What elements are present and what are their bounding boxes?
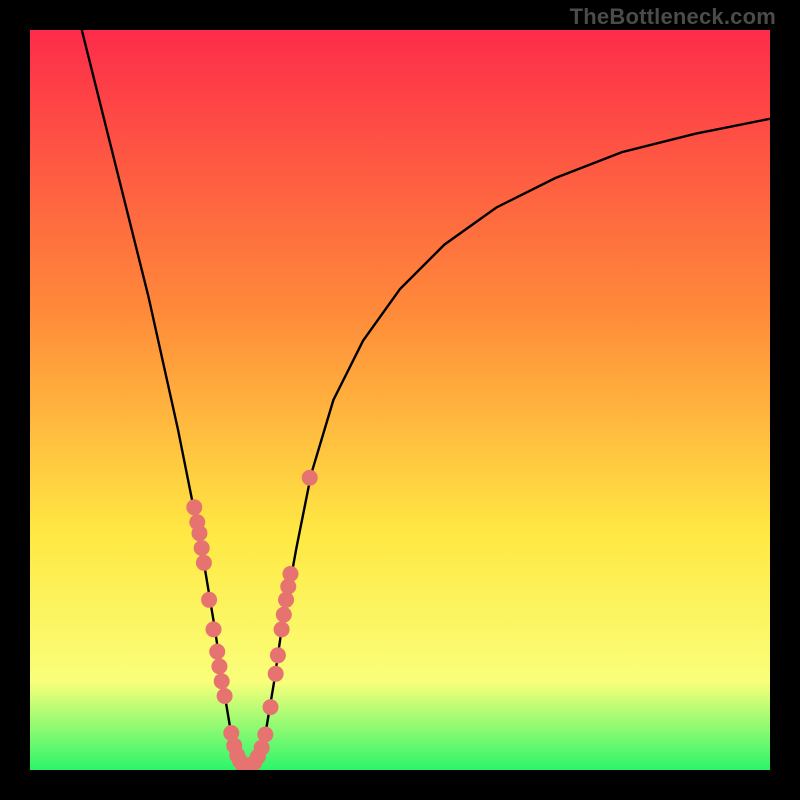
chart-frame: TheBottleneck.com <box>0 0 800 800</box>
data-point <box>278 592 294 608</box>
data-point <box>276 607 292 623</box>
data-point <box>209 644 225 660</box>
chart-svg <box>30 30 770 770</box>
data-point <box>268 666 284 682</box>
data-point <box>194 540 210 556</box>
data-point <box>257 726 273 742</box>
data-point <box>302 470 318 486</box>
data-point <box>211 658 227 674</box>
data-point <box>206 621 222 637</box>
watermark-text: TheBottleneck.com <box>570 4 776 30</box>
data-point <box>214 673 230 689</box>
data-point <box>186 499 202 515</box>
data-point <box>217 688 233 704</box>
gradient-bg <box>30 30 770 770</box>
data-point <box>191 525 207 541</box>
data-point <box>270 647 286 663</box>
data-point <box>282 566 298 582</box>
plot-area <box>30 30 770 770</box>
data-point <box>263 699 279 715</box>
data-point <box>201 592 217 608</box>
data-point <box>274 621 290 637</box>
data-point <box>196 555 212 571</box>
